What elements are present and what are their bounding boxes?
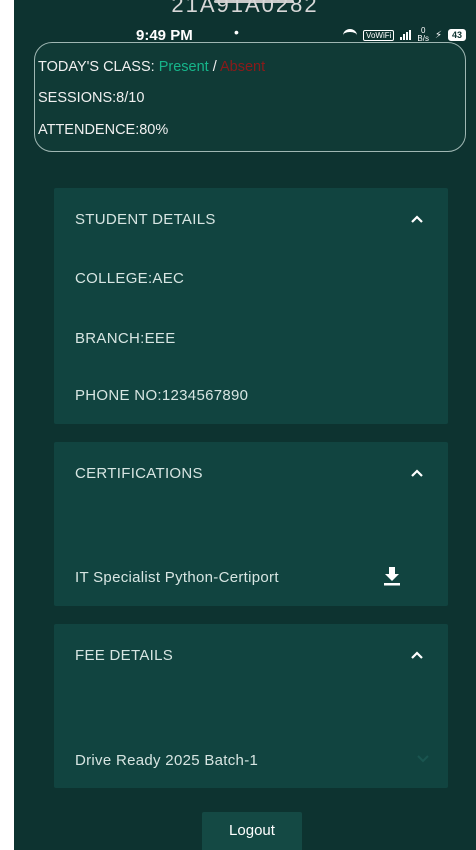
- battery-icon: 43: [447, 29, 466, 41]
- chevron-up-icon[interactable]: [410, 466, 424, 480]
- download-icon[interactable]: [383, 566, 401, 586]
- volte-icon: VoWiFi: [363, 29, 395, 41]
- roll-number: 21A91A0282: [171, 0, 319, 17]
- fee-item[interactable]: Drive Ready 2025 Batch-1: [75, 752, 258, 769]
- status-icons: VoWiFi 0 B/s ⚡ 43: [343, 27, 466, 43]
- present-status: Present: [158, 59, 209, 75]
- chevron-up-icon[interactable]: [410, 212, 424, 226]
- certification-item: IT Specialist Python-Certiport: [75, 569, 279, 586]
- charging-icon: ⚡: [434, 29, 442, 41]
- attendance-percent: ATTENDENCE:80%: [38, 122, 169, 138]
- wifi-icon: [343, 28, 358, 42]
- chevron-up-icon[interactable]: [410, 648, 424, 662]
- fee-details-panel: FEE DETAILS Drive Ready 2025 Batch-1: [54, 624, 448, 788]
- absent-status: Absent: [219, 59, 266, 75]
- attendance-card: TODAY'S CLASS: Present / Absent SESSIONS…: [34, 42, 466, 152]
- todays-class-label: TODAY'S CLASS:: [38, 59, 155, 75]
- student-details-panel: STUDENT DETAILS COLLEGE:AEC BRANCH:EEE P…: [54, 188, 448, 424]
- fee-details-title[interactable]: FEE DETAILS: [75, 647, 173, 664]
- phone-value: PHONE NO:1234567890: [75, 387, 249, 404]
- logout-button[interactable]: Logout: [202, 812, 302, 850]
- status-dot: •: [234, 24, 239, 40]
- status-separator: /: [208, 59, 220, 75]
- network-speed: 0 B/s: [417, 27, 429, 43]
- branch-value: BRANCH:EEE: [75, 330, 176, 347]
- todays-class: TODAY'S CLASS: Present / Absent: [38, 59, 265, 75]
- signal-icon: [400, 30, 412, 40]
- app-screen: 21A91A0282 9:49 PM • VoWiFi 0 B/s ⚡ 43 T…: [14, 0, 476, 850]
- student-details-title[interactable]: STUDENT DETAILS: [75, 211, 216, 228]
- certifications-panel: CERTIFICATIONS IT Specialist Python-Cert…: [54, 442, 448, 606]
- sessions-count: SESSIONS:8/10: [38, 90, 145, 106]
- college-value: COLLEGE:AEC: [75, 270, 185, 287]
- certifications-title[interactable]: CERTIFICATIONS: [75, 465, 203, 482]
- chevron-down-icon[interactable]: [416, 751, 430, 765]
